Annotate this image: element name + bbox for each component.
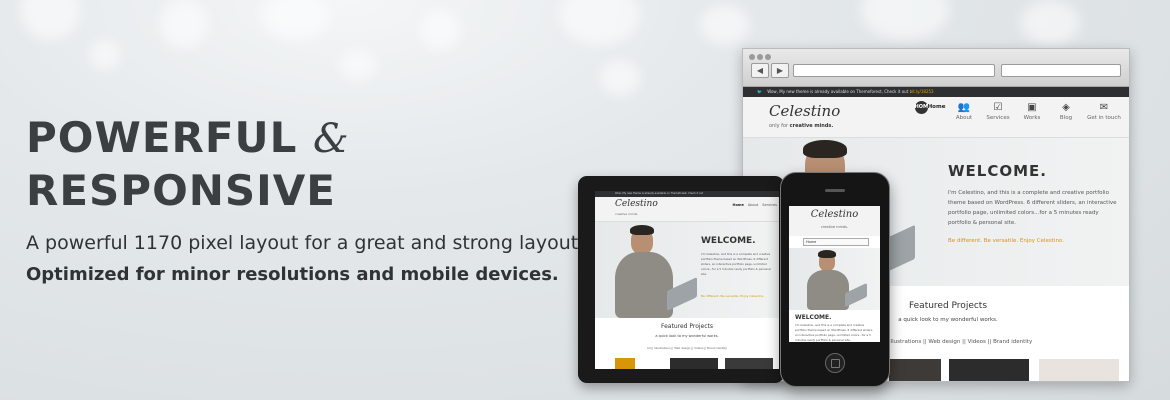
site-hero: WELCOME. I'm Celestino, and this is a co… bbox=[595, 222, 779, 318]
window-dot-icon bbox=[749, 54, 755, 60]
nav-select: Home bbox=[803, 238, 869, 246]
bokeh-light bbox=[20, 0, 80, 40]
site-header: Celestino only for creative minds. HOMEH… bbox=[743, 97, 1129, 138]
bokeh-light bbox=[90, 40, 120, 70]
welcome-link: Be different. Be versatile. Enjoy Celest… bbox=[948, 238, 1064, 244]
welcome-text: I'm Celestino, and this is a complete an… bbox=[795, 323, 873, 342]
site-header: Celestino creative minds. bbox=[789, 206, 880, 236]
site-logo: Celestino bbox=[769, 102, 841, 120]
welcome-title: WELCOME. bbox=[948, 162, 1047, 180]
address-bar bbox=[793, 64, 995, 77]
site-menu: HOMEHome 👥 About ☑ Services ▣ Works ◈ Blog ✉… bbox=[913, 101, 1125, 121]
browser-chrome: ◀ ▶ bbox=[743, 49, 1129, 87]
menu-item-home: Home bbox=[732, 203, 744, 207]
bokeh-light bbox=[160, 0, 208, 48]
site-tagline: creative minds. bbox=[615, 212, 639, 216]
menu-item-contact: ✉ Get in touch bbox=[1083, 101, 1125, 121]
menu-label: Blog bbox=[1059, 115, 1073, 121]
phone-mockup: Celestino creative minds. Home WELCOME. … bbox=[780, 172, 890, 387]
browser-search-bar bbox=[1001, 64, 1121, 77]
menu-label: Services bbox=[986, 115, 1010, 121]
site-logo: Celestino bbox=[810, 209, 859, 220]
bokeh-light bbox=[260, 0, 330, 40]
featured-title: Featured Projects bbox=[660, 323, 714, 330]
menu-label: Get in touch bbox=[1087, 115, 1121, 121]
site-logo: Celestino bbox=[615, 199, 658, 209]
picture-icon: ▣ bbox=[1027, 102, 1037, 113]
project-thumbnail bbox=[615, 358, 635, 369]
menu-item-services: Services bbox=[762, 203, 777, 207]
project-thumbnail bbox=[1039, 359, 1119, 381]
welcome-text: I'm Celestino, and this is a complete an… bbox=[701, 252, 771, 276]
welcome-title: WELCOME. bbox=[795, 314, 832, 321]
menu-item-about: About bbox=[747, 203, 759, 207]
checklist-icon: ☑ bbox=[993, 102, 1003, 113]
site-hero bbox=[789, 248, 880, 310]
site-header: Celestino creative minds. Home About Ser… bbox=[595, 197, 779, 222]
twitter-link: bit.ly/18253 bbox=[909, 89, 934, 94]
bokeh-light bbox=[860, 0, 950, 40]
portfolio-filters: Illustrations || Web design || Videos ||… bbox=[889, 339, 1033, 345]
tagline-prefix: only for bbox=[769, 123, 789, 129]
welcome-title: WELCOME. bbox=[701, 236, 756, 246]
welcome-text: I'm Celestino, and this is a complete an… bbox=[948, 190, 1117, 226]
bokeh-light bbox=[700, 5, 750, 45]
menu-item-home: HOMEHome bbox=[913, 101, 947, 121]
site-tagline: creative minds. bbox=[820, 225, 849, 229]
project-thumbnail bbox=[670, 358, 718, 369]
tagline-bold: creative minds. bbox=[789, 123, 834, 129]
envelope-icon: ✉ bbox=[1099, 102, 1109, 113]
menu-item-works: ▣ Works bbox=[1015, 101, 1049, 121]
hero-title: POWERFUL & RESPONSIVE bbox=[26, 112, 350, 217]
twitter-bar: 🐦 Wow, My new theme is already available… bbox=[743, 87, 1129, 97]
bokeh-light bbox=[340, 50, 376, 80]
hero-title-line2: RESPONSIVE bbox=[26, 166, 336, 215]
bokeh-light bbox=[600, 60, 640, 96]
twitter-text: Wow, My new theme is already available o… bbox=[767, 89, 909, 94]
bokeh-light bbox=[1020, 0, 1080, 45]
welcome-link: Be different. Be versatile. Enjoy Celest… bbox=[701, 294, 765, 298]
twitter-text: Wow, My new theme is already available o… bbox=[615, 192, 704, 195]
hero-banner: POWERFUL & RESPONSIVE A powerful 1170 pi… bbox=[0, 0, 1170, 400]
hero-subtitle-line1: A powerful 1170 pixel layout for a great… bbox=[26, 232, 585, 254]
people-icon: 👥 bbox=[957, 102, 971, 113]
hero-subtitle-line2: Optimized for minor resolutions and mobi… bbox=[26, 264, 559, 285]
speaker-icon bbox=[825, 189, 845, 192]
window-dot-icon bbox=[757, 54, 763, 60]
site-menu: Home About Services bbox=[733, 203, 777, 207]
menu-item-about: 👥 About bbox=[947, 101, 981, 121]
twitter-icon: 🐦 bbox=[757, 89, 762, 94]
site-tagline: only for creative minds. bbox=[769, 123, 833, 129]
menu-item-blog: ◈ Blog bbox=[1049, 101, 1083, 121]
featured-subtitle: a quick look to my wonderful works. bbox=[655, 334, 719, 338]
tablet-mockup: Wow, My new theme is already available o… bbox=[578, 176, 784, 383]
project-thumbnail bbox=[949, 359, 1029, 381]
bokeh-light bbox=[560, 0, 640, 45]
project-thumbnail bbox=[889, 359, 941, 381]
portfolio-filters: All || Illustrations || Web design || Vi… bbox=[647, 346, 727, 350]
menu-item-services: ☑ Services bbox=[981, 101, 1015, 121]
project-thumbnail bbox=[725, 358, 773, 369]
menu-label: Home bbox=[927, 104, 946, 110]
nav-select-value: Home bbox=[806, 240, 817, 244]
back-icon: ◀ bbox=[751, 63, 769, 78]
window-dot-icon bbox=[765, 54, 771, 60]
forward-icon: ▶ bbox=[771, 63, 789, 78]
phone-screen: Celestino creative minds. Home WELCOME. … bbox=[789, 206, 880, 342]
menu-label: About bbox=[955, 115, 973, 121]
ampersand: & bbox=[313, 116, 350, 162]
tag-icon: ◈ bbox=[1062, 102, 1070, 113]
hero-title-line1: POWERFUL bbox=[26, 113, 298, 162]
bokeh-light bbox=[420, 10, 460, 50]
menu-label: Works bbox=[1023, 115, 1041, 121]
hero-subtitle: A powerful 1170 pixel layout for a great… bbox=[26, 228, 584, 290]
home-button-icon bbox=[825, 353, 845, 373]
home-icon: HOME bbox=[914, 101, 931, 114]
tablet-screen: Wow, My new theme is already available o… bbox=[595, 191, 779, 369]
